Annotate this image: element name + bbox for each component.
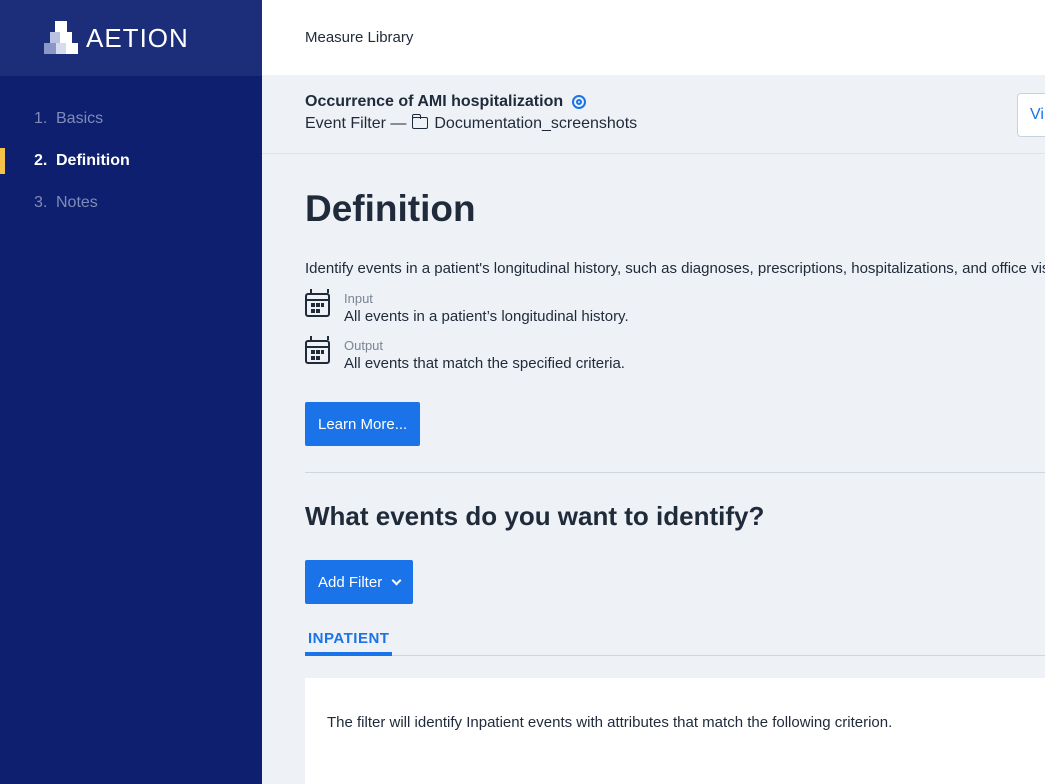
definition-description: Identify events in a patient's longitudi…: [305, 260, 1045, 277]
tab-inpatient[interactable]: INPATIENT: [305, 630, 393, 656]
measure-title: Occurrence of AMI hospitalization: [305, 93, 564, 110]
brand-name: AETION: [86, 22, 189, 53]
filter-card-text: The filter will identify Inpatient event…: [327, 714, 893, 731]
measure-header: Occurrence of AMI hospitalization Event …: [262, 75, 1045, 154]
filter-tabs: INPATIENT: [305, 630, 1045, 656]
nav-item-number: 2.: [34, 152, 48, 169]
input-row: Input All events in a patient’s longitud…: [305, 289, 1045, 325]
brand-header[interactable]: AETION: [0, 0, 262, 76]
folder-name[interactable]: Documentation_screenshots: [434, 115, 637, 133]
topbar: Measure Library: [262, 0, 1045, 75]
calendar-icon: [305, 289, 330, 317]
measure-location: Event Filter — Documentation_screenshots: [305, 114, 1045, 133]
section-divider: [305, 472, 1045, 473]
nav-item-basics[interactable]: 1. Basics: [0, 98, 262, 140]
aetion-logo-icon: [44, 21, 78, 55]
measure-type: Event Filter —: [305, 115, 407, 132]
nav-item-label: Basics: [56, 110, 104, 127]
step-nav: 1. Basics 2. Definition 3. Notes: [0, 76, 262, 224]
nav-item-notes[interactable]: 3. Notes: [0, 182, 262, 224]
nav-item-number: 1.: [34, 110, 48, 127]
output-label: Output: [344, 338, 384, 353]
add-filter-button[interactable]: Add Filter: [305, 560, 414, 604]
nav-item-label: Notes: [56, 194, 98, 211]
sidebar: AETION 1. Basics 2. Definition 3. Notes: [0, 0, 262, 784]
folder-icon: [411, 114, 429, 129]
target-icon[interactable]: [572, 95, 587, 109]
calendar-icon: [305, 336, 330, 364]
input-label: Input: [344, 291, 373, 306]
breadcrumb-measure-library[interactable]: Measure Library: [305, 29, 413, 46]
page-title: Definition: [305, 188, 476, 229]
view-button[interactable]: Vi: [1017, 93, 1045, 137]
filter-card: The filter will identify Inpatient event…: [305, 678, 1045, 784]
content-area: Definition Identify events in a patient'…: [262, 188, 1045, 784]
measure-title-row: Occurrence of AMI hospitalization: [305, 93, 1045, 111]
input-value: All events in a patient’s longitudinal h…: [344, 308, 629, 325]
section-heading: What events do you want to identify?: [305, 501, 765, 531]
main-panel: Measure Library Occurrence of AMI hospit…: [262, 0, 1045, 784]
output-row: Output All events that match the specifi…: [305, 336, 1045, 372]
chevron-down-icon: [391, 575, 402, 585]
nav-item-number: 3.: [34, 194, 48, 211]
output-value: All events that match the specified crit…: [344, 355, 625, 372]
nav-item-label: Definition: [56, 152, 130, 169]
add-filter-label: Add Filter: [318, 573, 383, 591]
nav-item-definition[interactable]: 2. Definition: [0, 140, 262, 182]
learn-more-button[interactable]: Learn More...: [305, 402, 421, 446]
